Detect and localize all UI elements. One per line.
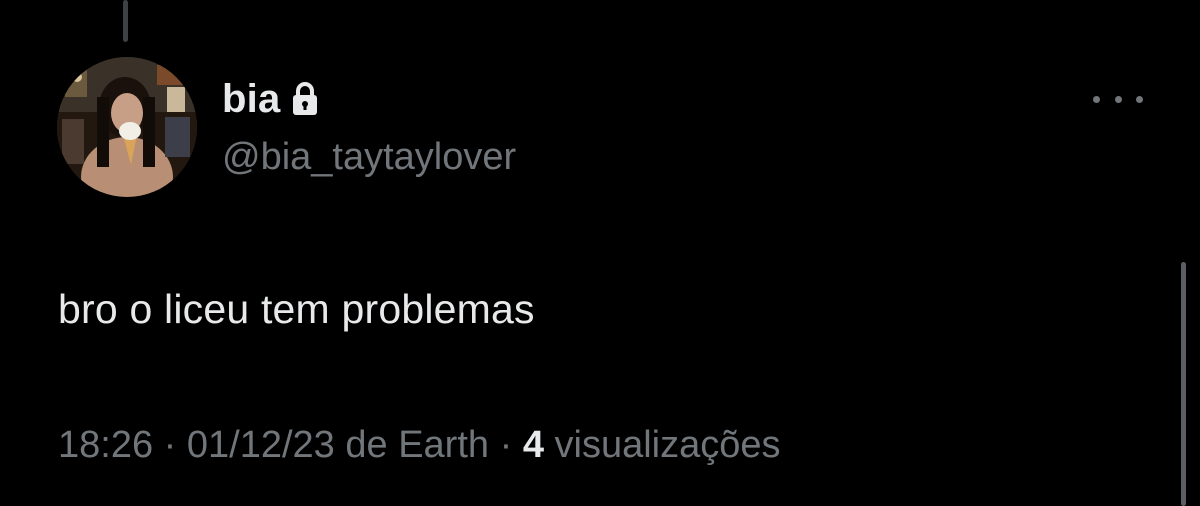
tweet-metadata: 18:26 · 01/12/23 de Earth · 4 visualizaç… [58, 424, 781, 467]
ellipsis-icon-dot [1093, 95, 1100, 103]
separator: · [163, 424, 177, 466]
more-options-button[interactable] [1093, 86, 1143, 112]
thread-connector-line [123, 0, 128, 42]
ellipsis-icon-dot [1114, 95, 1122, 103]
avatar-photo [57, 57, 197, 197]
views-label[interactable]: visualizações [555, 424, 781, 466]
tweet-source: Earth [398, 424, 490, 466]
views-count[interactable]: 4 [523, 424, 544, 466]
avatar[interactable] [57, 57, 197, 197]
source-prefix: de [345, 424, 388, 466]
user-handle[interactable]: @bia_taytaylover [222, 136, 516, 179]
scrollbar[interactable] [1181, 262, 1186, 506]
tweet-date[interactable]: 01/12/23 [187, 424, 335, 466]
lock-icon [292, 82, 318, 116]
author-row: bia [222, 74, 318, 124]
tweet-text: bro o liceu tem problemas [58, 286, 535, 332]
display-name[interactable]: bia [222, 77, 280, 122]
separator: · [499, 424, 513, 466]
tweet-time[interactable]: 18:26 [58, 424, 153, 466]
ellipsis-icon-dot [1136, 95, 1143, 103]
